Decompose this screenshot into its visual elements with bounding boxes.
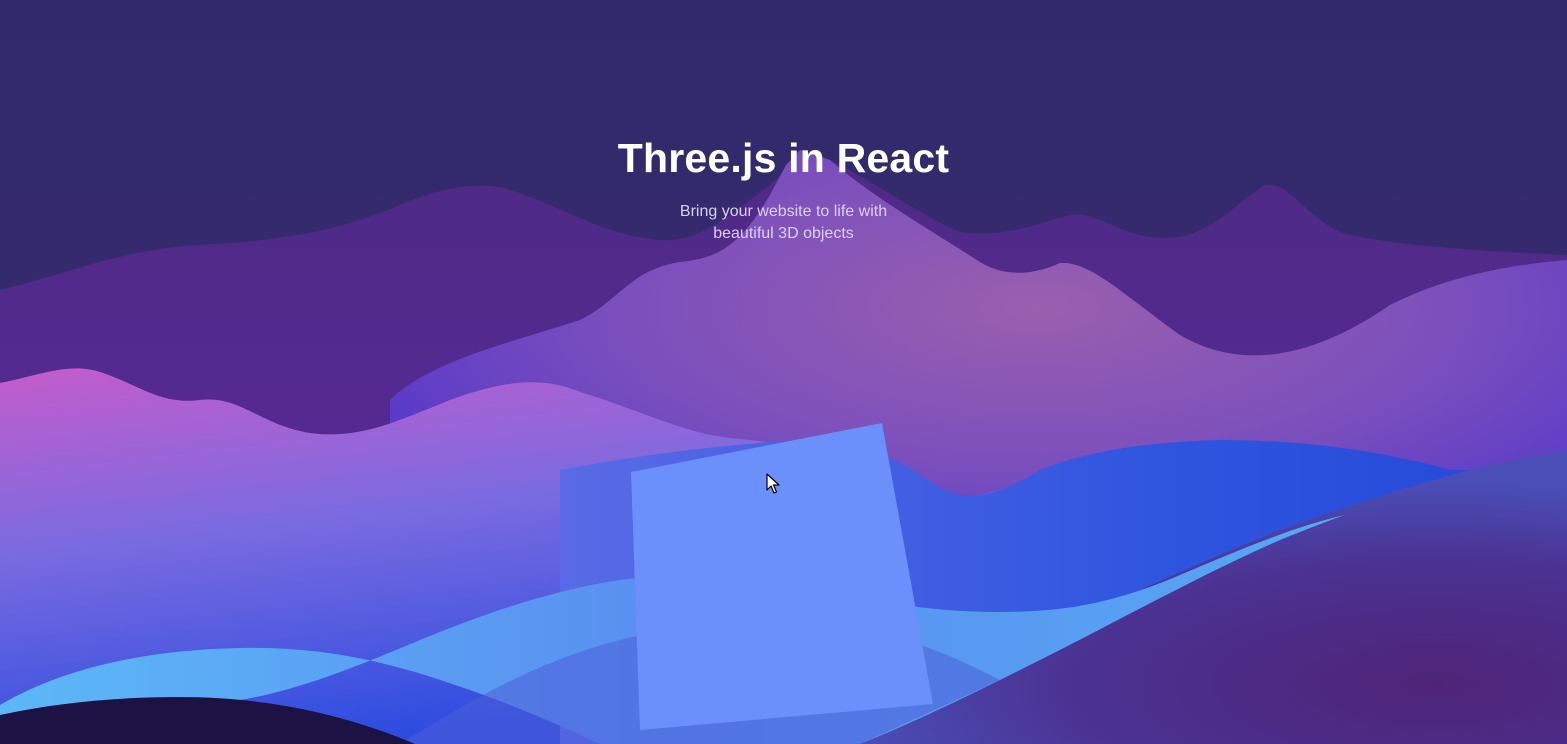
page-title: Three.js in React [617,135,950,181]
hero-section: Three.js in React Bring your website to … [0,0,1567,744]
cube-face[interactable] [631,423,933,730]
hero-text: Three.js in React Bring your website to … [0,135,1567,245]
subtitle-line-2: beautiful 3D objects [713,225,854,242]
page-subtitle: Bring your website to life with beautifu… [654,201,914,245]
arrow-cursor-icon [766,473,780,494]
3d-cube[interactable] [620,415,950,740]
subtitle-line-1: Bring your website to life with [679,203,888,220]
